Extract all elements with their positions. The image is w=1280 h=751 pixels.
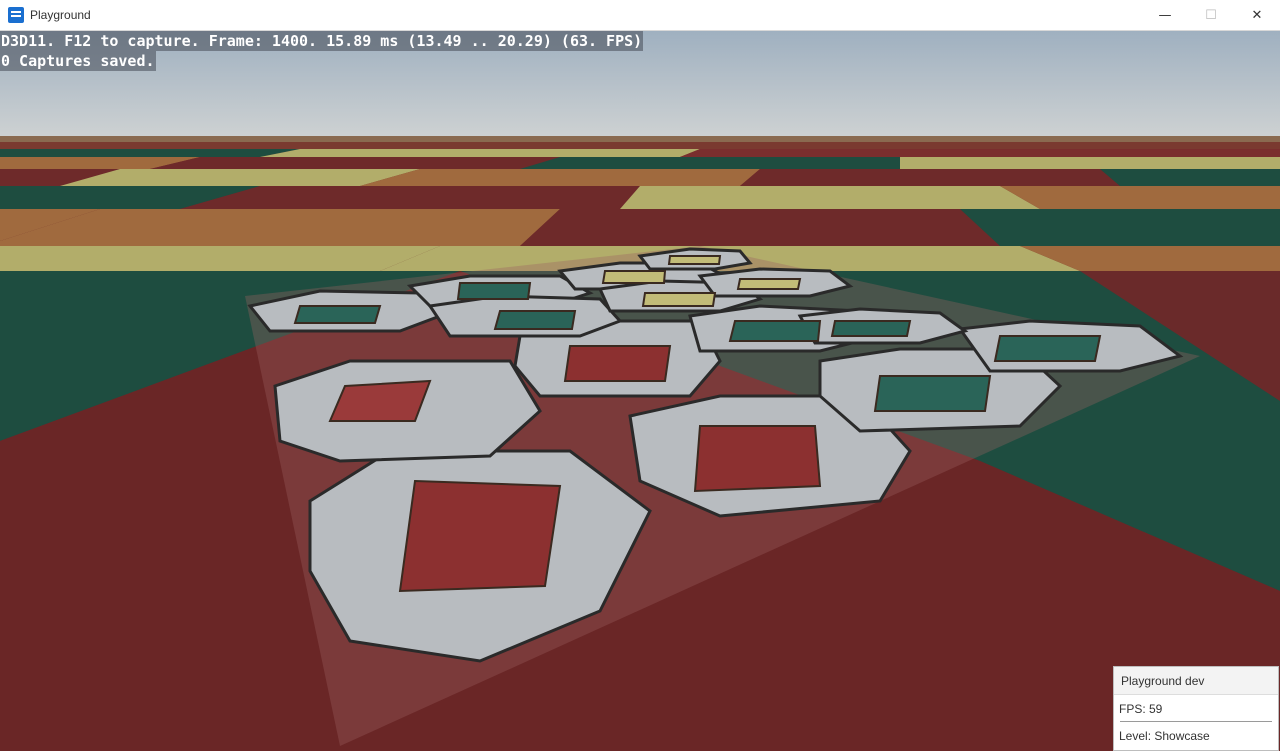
window-title: Playground (30, 8, 91, 22)
captures-saved-text: 0 Captures saved. (0, 51, 156, 71)
level-readout: Level: Showcase (1119, 729, 1210, 743)
title-bar[interactable]: Playground — ☐ ✕ (0, 0, 1280, 31)
minimize-button[interactable]: — (1142, 0, 1188, 31)
render-viewport[interactable] (0, 31, 1280, 751)
frame-stats-text: D3D11. F12 to capture. Frame: 1400. 15.8… (0, 31, 644, 51)
panel-title[interactable]: Playground dev (1114, 667, 1278, 695)
maximize-button[interactable]: ☐ (1188, 0, 1234, 31)
app-icon (8, 7, 24, 23)
close-button[interactable]: ✕ (1234, 0, 1280, 31)
fps-readout: FPS: 59 (1119, 702, 1163, 716)
playground-panel[interactable]: Playground dev FPS: 59 Level: Showcase (1113, 666, 1279, 751)
scene (0, 31, 1280, 751)
debug-overlay: D3D11. F12 to capture. Frame: 1400. 15.8… (0, 31, 644, 71)
